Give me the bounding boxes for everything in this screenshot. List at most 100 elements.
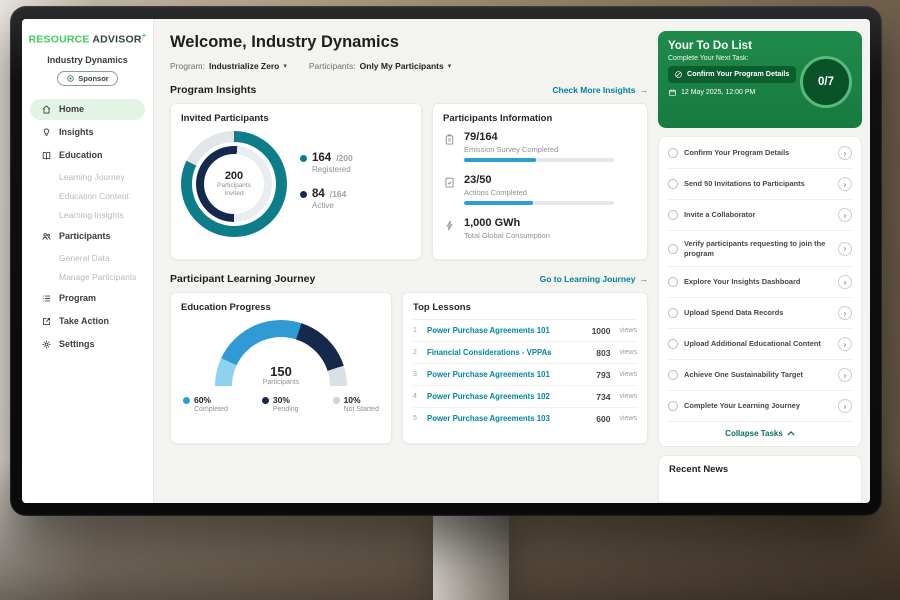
- participants-filter-dropdown[interactable]: Participants: Only My Participants ▾: [309, 61, 451, 71]
- actions-progress-bar: [464, 201, 614, 205]
- task-row[interactable]: Complete Your Learning Journey ›: [668, 391, 852, 422]
- recent-news-card: Recent News: [658, 455, 862, 503]
- sidebar-item-settings[interactable]: Settings: [30, 334, 145, 355]
- sidebar-item-learning-journey[interactable]: Learning Journey: [22, 168, 153, 186]
- stat-actions-completed: 23/50 Actions Completed: [443, 174, 637, 205]
- check-more-insights-link[interactable]: Check More Insights →: [552, 85, 648, 95]
- legend-dot: [333, 397, 340, 404]
- task-checkbox[interactable]: [668, 210, 678, 220]
- chevron-right-icon[interactable]: ›: [838, 242, 852, 256]
- invited-participants-donut-chart: 200 Participants Invited: [181, 131, 287, 237]
- monitor-bezel: RESOURCE ADVISOR+ Industry Dynamics Spon…: [10, 6, 882, 516]
- todo-panel: Your To Do List Complete Your Next Task:…: [658, 19, 870, 503]
- education-progress-gauge-chart: 150 Participants: [215, 320, 347, 386]
- checklist-icon: [443, 176, 456, 189]
- app-window: RESOURCE ADVISOR+ Industry Dynamics Spon…: [22, 19, 870, 503]
- lesson-row: 3 Power Purchase Agreements 101 793 view…: [413, 364, 637, 386]
- sidebar-item-participants[interactable]: Participants: [30, 226, 145, 247]
- people-icon: [41, 231, 52, 242]
- task-checkbox[interactable]: [668, 179, 678, 189]
- lesson-link[interactable]: Power Purchase Agreements 102: [427, 392, 589, 401]
- main-content: Welcome, Industry Dynamics Program: Indu…: [154, 19, 658, 503]
- sidebar-item-label: Participants: [59, 231, 111, 241]
- sponsor-badge-label: Sponsor: [78, 74, 108, 83]
- sidebar-item-education-content[interactable]: Education Content: [22, 187, 153, 205]
- stat-global-consumption: 1,000 GWh Total Global Consumption: [443, 217, 637, 244]
- donut-center-label: Participants Invited: [211, 182, 257, 199]
- chevron-right-icon[interactable]: ›: [838, 208, 852, 222]
- education-progress-card: Education Progress 150 Participants 60%: [170, 292, 392, 444]
- task-checkbox[interactable]: [668, 308, 678, 318]
- participants-information-card: Participants Information 79/164 Emission…: [432, 103, 648, 260]
- legend-dot: [183, 397, 190, 404]
- sidebar-item-program[interactable]: Program: [30, 288, 145, 309]
- task-checkbox[interactable]: [668, 370, 678, 380]
- sidebar-item-manage-participants[interactable]: Manage Participants: [22, 268, 153, 286]
- task-row[interactable]: Verify participants requesting to join t…: [668, 231, 852, 267]
- filter-bar: Program: Industrialize Zero ▾ Participan…: [170, 61, 648, 71]
- task-list-card: Confirm Your Program Details › Send 50 I…: [658, 136, 862, 447]
- chevron-right-icon[interactable]: ›: [838, 146, 852, 160]
- sidebar-item-home[interactable]: Home: [30, 99, 145, 120]
- sidebar-item-general-data[interactable]: General Data: [22, 249, 153, 267]
- legend-dot: [300, 191, 307, 198]
- invited-participants-card: Invited Participants 200 Participants In…: [170, 103, 422, 260]
- task-checkbox[interactable]: [668, 339, 678, 349]
- arrow-right-icon: →: [640, 274, 649, 284]
- lesson-link[interactable]: Power Purchase Agreements 103: [427, 414, 589, 423]
- next-task-pill[interactable]: Confirm Your Program Details: [668, 66, 796, 83]
- chevron-right-icon[interactable]: ›: [838, 177, 852, 191]
- todo-summary-card: Your To Do List Complete Your Next Task:…: [658, 31, 862, 128]
- list-icon: [41, 293, 52, 304]
- task-row[interactable]: Confirm Your Program Details ›: [668, 138, 852, 169]
- task-checkbox[interactable]: [668, 148, 678, 158]
- sidebar-item-education[interactable]: Education: [30, 145, 145, 166]
- program-filter-dropdown[interactable]: Program: Industrialize Zero ▾: [170, 61, 287, 71]
- legend-item-active: 84 /164 Active: [300, 188, 353, 210]
- lesson-link[interactable]: Financial Considerations - VPPAs: [427, 348, 589, 357]
- sidebar-item-learning-insights[interactable]: Learning Insights: [22, 206, 153, 224]
- chevron-right-icon[interactable]: ›: [838, 306, 852, 320]
- recent-news-title: Recent News: [669, 464, 851, 475]
- sidebar-item-insights[interactable]: Insights: [30, 122, 145, 143]
- task-checkbox[interactable]: [668, 244, 678, 254]
- legend-dot: [300, 155, 307, 162]
- legend-dot: [262, 397, 269, 404]
- task-row[interactable]: Invite a Collaborator ›: [668, 200, 852, 231]
- task-row[interactable]: Upload Spend Data Records ›: [668, 298, 852, 329]
- app-logo: RESOURCE ADVISOR+: [22, 31, 153, 46]
- sidebar-item-label: Take Action: [59, 316, 109, 326]
- lesson-link[interactable]: Power Purchase Agreements 101: [427, 370, 589, 379]
- task-row[interactable]: Send 50 Invitations to Participants ›: [668, 169, 852, 200]
- task-row[interactable]: Upload Additional Educational Content ›: [668, 329, 852, 360]
- task-row[interactable]: Explore Your Insights Dashboard ›: [668, 267, 852, 298]
- lesson-row: 2 Financial Considerations - VPPAs 803 v…: [413, 342, 637, 364]
- lesson-link[interactable]: Power Purchase Agreements 101: [427, 326, 585, 335]
- sidebar-item-take-action[interactable]: Take Action: [30, 311, 145, 332]
- participants-filter-value: Only My Participants: [360, 61, 444, 71]
- chevron-right-icon[interactable]: ›: [838, 337, 852, 351]
- lesson-row: 4 Power Purchase Agreements 102 734 view…: [413, 386, 637, 408]
- chevron-right-icon[interactable]: ›: [838, 275, 852, 289]
- task-checkbox[interactable]: [668, 277, 678, 287]
- stat-emission-survey: 79/164 Emission Survey Completed: [443, 131, 637, 162]
- task-checkbox[interactable]: [668, 401, 678, 411]
- energy-bolt-icon: [443, 219, 456, 232]
- logo-plus: +: [142, 31, 147, 40]
- arrow-right-icon: →: [640, 85, 649, 95]
- top-lessons-card: Top Lessons 1 Power Purchase Agreements …: [402, 292, 648, 444]
- logo-resource: RESOURCE: [29, 34, 90, 46]
- legend-item-pending: 30% Pending: [262, 395, 299, 413]
- task-row[interactable]: Achieve One Sustainability Target ›: [668, 360, 852, 391]
- circle-slash-icon: [674, 70, 683, 79]
- card-title: Top Lessons: [413, 302, 637, 320]
- chevron-right-icon[interactable]: ›: [838, 368, 852, 382]
- sidebar-nav: Home Insights Education Learning Journey…: [22, 99, 153, 355]
- donut-legend: 164 /200 Registered 84 /164: [300, 144, 353, 224]
- gauge-legend: 60% Completed 30% Pending 10% Not Starte…: [181, 395, 381, 413]
- program-insights-title: Program Insights: [170, 84, 256, 96]
- chevron-right-icon[interactable]: ›: [838, 399, 852, 413]
- sponsor-icon: [66, 74, 75, 83]
- go-to-learning-journey-link[interactable]: Go to Learning Journey →: [540, 274, 648, 284]
- collapse-tasks-button[interactable]: Collapse Tasks: [668, 422, 852, 446]
